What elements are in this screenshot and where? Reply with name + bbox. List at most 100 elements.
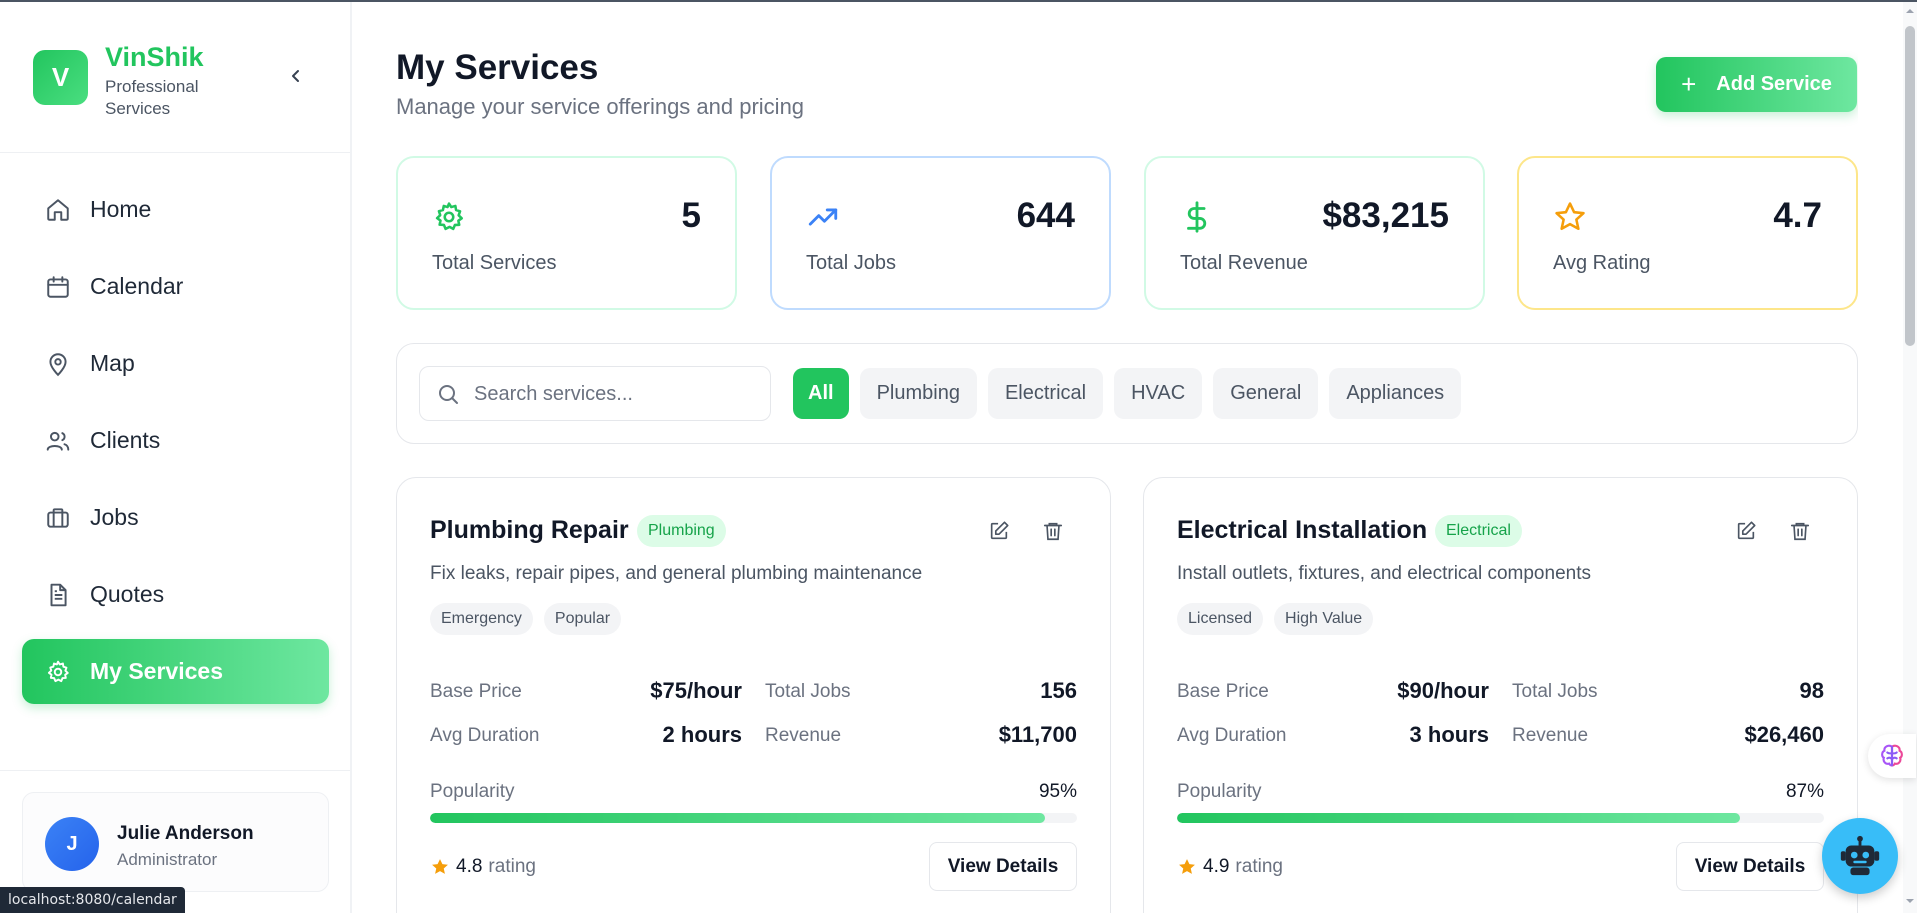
avg-duration-label: Avg Duration [430,725,540,746]
sidebar-divider [0,152,350,153]
view-details-button[interactable]: View Details [1676,842,1824,891]
avg-duration-value: 3 hours [1409,722,1489,747]
gear-icon [44,658,72,686]
edit-icon [990,521,1009,540]
page-subtitle: Manage your service offerings and pricin… [396,94,805,119]
stat-label: Total Jobs [806,252,897,274]
service-description: Fix leaks, repair pipes, and general plu… [430,563,923,584]
revenue-value: $11,700 [998,722,1077,747]
sidebar: V VinShik Professional Services Home Cal… [0,2,352,913]
sidebar-item-clients[interactable]: Clients [22,408,329,473]
stats-row-1: Base Price $75/hour Total Jobs 156 [430,678,1077,711]
trash-icon [1790,522,1810,541]
map-pin-icon [44,350,72,378]
chip-plumbing[interactable]: Plumbing [859,368,977,419]
scroll-down-arrow-icon[interactable] [1905,896,1915,906]
stats-row: 5 Total Services 644 Total Jobs $83,215 … [396,156,1858,310]
rating-value: 4.9 [1203,856,1230,877]
avg-duration-label: Avg Duration [1177,725,1287,746]
service-description: Install outlets, fixtures, and electrica… [1177,563,1591,584]
stats-row-2: Avg Duration 2 hours Revenue $11,700 [430,722,1077,755]
brand-subtitle: Professional Services [105,77,199,118]
revenue-value: $26,460 [1744,722,1824,747]
sidebar-item-home[interactable]: Home [22,177,329,242]
service-tag: Emergency [430,603,533,635]
add-service-label: Add Service [1716,73,1832,95]
avg-duration-value: 2 hours [662,722,742,747]
category-badge: Electrical [1435,515,1522,547]
sidebar-item-label: Map [90,350,135,376]
base-price-label: Base Price [1177,681,1269,702]
service-tags: Licensed High Value [1177,603,1374,635]
stat-value: 5 [681,196,701,235]
sidebar-item-label: Clients [90,427,161,453]
plus-icon: + [1681,69,1697,99]
trending-up-icon [808,208,838,226]
stats-row-2: Avg Duration 3 hours Revenue $26,460 [1177,722,1824,755]
sidebar-item-label: Jobs [90,504,139,530]
stat-label: Avg Rating [1553,252,1651,274]
avatar: J [45,817,99,871]
sidebar-item-calendar[interactable]: Calendar [22,254,329,319]
view-details-button[interactable]: View Details [929,842,1077,891]
rating-suffix: rating [1235,856,1283,877]
service-tag: High Value [1274,603,1374,635]
brain-icon [1881,744,1903,767]
chip-all[interactable]: All [793,368,849,419]
stat-value: 644 [1016,196,1075,235]
status-bar-url: localhost:8080/calendar [0,887,185,913]
sidebar-item-jobs[interactable]: Jobs [22,485,329,550]
popularity-bar-fill [430,813,1045,823]
delete-button[interactable] [1038,516,1068,546]
sidebar-item-label: Calendar [90,273,184,299]
home-icon [44,196,72,224]
total-jobs-label: Total Jobs [1512,681,1598,702]
user-profile-card[interactable]: J Julie Anderson Administrator [22,792,329,892]
category-badge: Plumbing [637,515,726,547]
delete-button[interactable] [1785,516,1815,546]
service-title: Plumbing Repair [430,516,629,544]
chip-general[interactable]: General [1213,368,1319,419]
edit-button[interactable] [984,516,1014,546]
sidebar-divider [0,770,350,771]
search-box[interactable] [419,366,771,421]
users-icon [44,427,72,455]
edit-button[interactable] [1731,516,1761,546]
sidebar-item-map[interactable]: Map [22,331,329,396]
star-icon [432,859,448,874]
search-icon [439,385,458,404]
service-title: Electrical Installation [1177,516,1428,544]
brand-logo: V [33,50,88,105]
base-price-value: $75/hour [650,678,742,703]
chip-electrical[interactable]: Electrical [987,368,1104,419]
collapse-sidebar-button[interactable] [282,62,310,90]
calendar-icon [44,273,72,301]
scroll-up-arrow-icon[interactable] [1905,6,1915,16]
popularity-bar [430,813,1077,823]
popularity-value: 95% [1038,781,1077,802]
rating-value: 4.8 [456,856,483,877]
chip-appliances[interactable]: Appliances [1329,368,1462,419]
base-price-value: $90/hour [1397,678,1489,703]
brand-name: VinShik [105,42,204,72]
base-price-label: Base Price [430,681,522,702]
sidebar-item-label: My Services [90,658,223,684]
sidebar-item-quotes[interactable]: Quotes [22,562,329,627]
popularity-label: Popularity [1177,781,1262,802]
chatbot-button[interactable] [1822,818,1898,894]
ai-assistant-button[interactable] [1868,734,1916,778]
search-input[interactable] [474,377,759,411]
user-name: Julie Anderson [117,823,254,844]
sidebar-item-my-services[interactable]: My Services [22,639,329,704]
service-tag: Licensed [1177,603,1264,635]
scrollbar-thumb[interactable] [1905,26,1915,346]
chip-hvac[interactable]: HVAC [1114,368,1203,419]
total-jobs-value: 156 [1040,678,1077,703]
add-service-button[interactable]: + Add Service [1656,57,1857,112]
stat-card-total-services: 5 Total Services [396,156,737,310]
chevron-left-icon [292,70,299,82]
popularity-value: 87% [1785,781,1824,802]
page-title: My Services [396,48,599,87]
user-role: Administrator [117,850,218,869]
edit-icon [1737,521,1756,540]
